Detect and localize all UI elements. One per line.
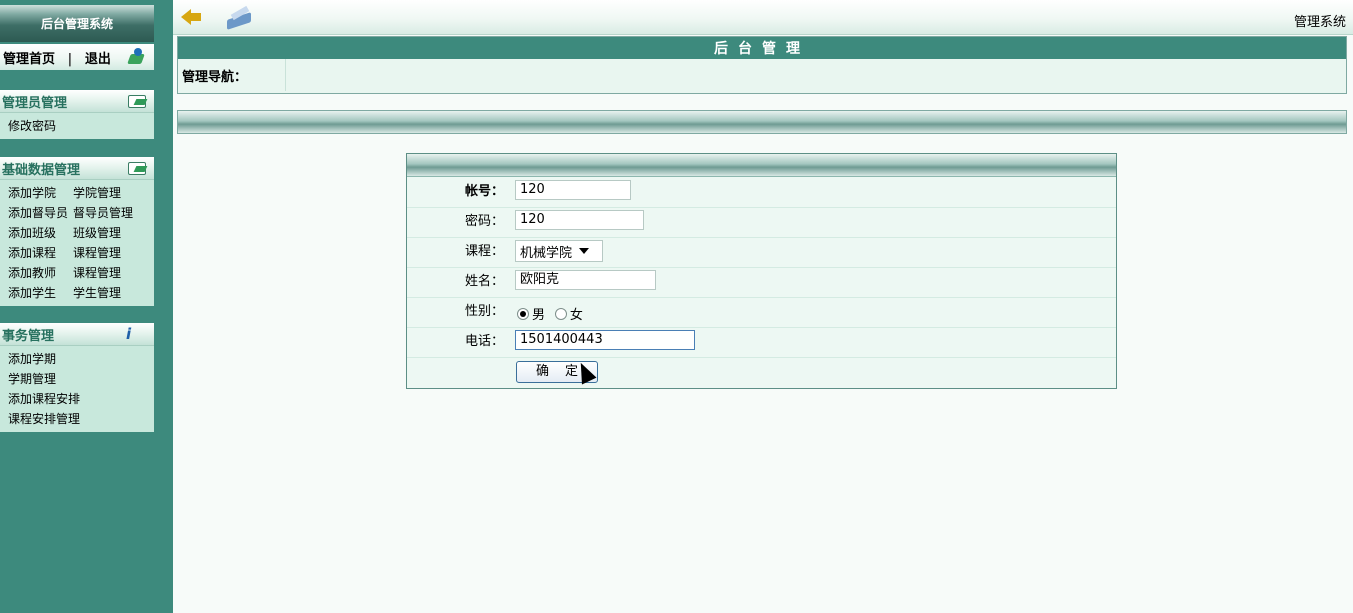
phone-label: 电话： (464, 334, 504, 349)
info-icon: i (126, 325, 132, 343)
data-panel: 基础数据管理 添加学院 学院管理 添加督导员 督导员管理 添加班级 班级管理 添… (0, 157, 154, 306)
form-row-account: 帐号： (407, 177, 1116, 208)
sidebar-item-course-manage[interactable]: 课程管理 (73, 244, 121, 261)
divider-bar (177, 110, 1347, 134)
account-label: 帐号： (464, 184, 504, 199)
home-icon (126, 48, 148, 66)
user-form: 帐号： 密码： 课程： 机械学院 姓名： 性别： 男 女 电话 (406, 153, 1117, 389)
name-label: 姓名： (464, 274, 504, 289)
name-input[interactable] (515, 270, 656, 290)
form-row-course: 课程： 机械学院 (407, 237, 1116, 268)
brand-title: 后台管理系统 (0, 5, 154, 42)
book-pen-icon[interactable] (225, 8, 255, 30)
data-panel-title: 基础数据管理 (2, 162, 81, 178)
gender-female-radio[interactable] (554, 307, 567, 320)
back-arrow-icon[interactable] (181, 9, 203, 25)
sidebar-item-semester-manage[interactable]: 学期管理 (8, 370, 56, 387)
phone-input[interactable] (515, 330, 695, 350)
sidebar-item-add-class[interactable]: 添加班级 (8, 224, 73, 241)
sidebar-item-teacher-course-manage[interactable]: 课程管理 (73, 264, 121, 281)
nav-label: 管理导航： (178, 59, 286, 91)
separator: | (67, 51, 73, 67)
course-label: 课程： (464, 244, 504, 259)
sidebar: 后台管理系统 管理首页 | 退出 管理员管理 修改密码 基础数据管理 添加学院 … (0, 0, 173, 613)
system-title: 管理系统 (1293, 15, 1346, 30)
gender-label: 性别： (464, 304, 504, 319)
course-selected-value: 机械学院 (520, 245, 573, 261)
gender-female-label: 女 (569, 308, 583, 323)
gender-male-label: 男 (532, 308, 546, 323)
admin-panel-title: 管理员管理 (2, 95, 68, 111)
form-row-name: 姓名： (407, 267, 1116, 298)
top-bar: 管理系统 (173, 0, 1353, 35)
admin-nav-block: 后台管理 管理导航： (177, 36, 1347, 94)
notebook-icon (126, 159, 148, 177)
home-link[interactable]: 管理首页 (3, 52, 55, 67)
password-input[interactable] (515, 210, 644, 230)
sidebar-item-add-college[interactable]: 添加学院 (8, 184, 73, 201)
form-row-gender: 性别： 男 女 (407, 297, 1116, 328)
sidebar-item-add-teacher[interactable]: 添加教师 (8, 264, 73, 281)
page-title: 后台管理 (178, 37, 1346, 59)
sidebar-item-add-schedule[interactable]: 添加课程安排 (8, 390, 80, 407)
sidebar-item-add-student[interactable]: 添加学生 (8, 284, 73, 301)
sidebar-item-college-manage[interactable]: 学院管理 (73, 184, 121, 201)
dropdown-caret-icon (579, 248, 590, 254)
affairs-panel: 事务管理 i 添加学期 学期管理 添加课程安排 课程安排管理 (0, 323, 154, 432)
sidebar-item-add-supervisor[interactable]: 添加督导员 (8, 204, 73, 221)
form-row-phone: 电话： (407, 327, 1116, 358)
account-input[interactable] (515, 180, 631, 200)
sidebar-item-supervisor-manage[interactable]: 督导员管理 (73, 204, 133, 221)
sidebar-item-student-manage[interactable]: 学生管理 (73, 284, 121, 301)
form-header (407, 154, 1116, 177)
notebook-icon (126, 92, 148, 110)
password-label: 密码： (464, 214, 504, 229)
form-row-password: 密码： (407, 207, 1116, 238)
sidebar-item-schedule-manage[interactable]: 课程安排管理 (8, 410, 80, 427)
gender-male-radio[interactable] (517, 307, 529, 320)
sidebar-item-change-password[interactable]: 修改密码 (8, 117, 56, 134)
home-panel: 管理首页 | 退出 (0, 44, 154, 70)
course-select[interactable]: 机械学院 (515, 240, 603, 262)
sidebar-item-add-semester[interactable]: 添加学期 (8, 350, 56, 367)
sidebar-item-add-course[interactable]: 添加课程 (8, 244, 73, 261)
admin-panel: 管理员管理 修改密码 (0, 90, 154, 139)
logout-link[interactable]: 退出 (85, 52, 111, 67)
sidebar-item-class-manage[interactable]: 班级管理 (73, 224, 121, 241)
affairs-panel-title: 事务管理 (2, 328, 55, 344)
